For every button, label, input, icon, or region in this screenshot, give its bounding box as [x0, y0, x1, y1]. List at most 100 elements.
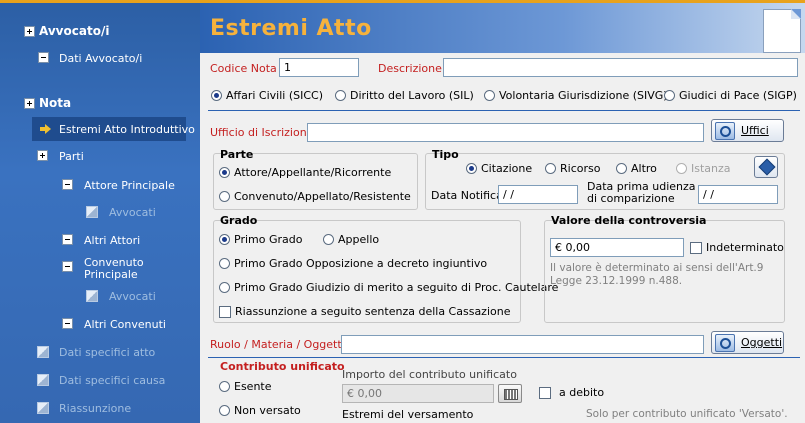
disabled-node-icon: [86, 290, 98, 302]
disabled-node-icon: [86, 206, 98, 218]
tipo-info-button[interactable]: [754, 156, 778, 178]
sidebar-item-label: Attore Principale: [84, 179, 175, 192]
sidebar-item-dati-specifici-atto[interactable]: Dati specifici atto: [37, 346, 155, 359]
radio-opposizione[interactable]: Primo Grado Opposizione a decreto ingiun…: [219, 257, 487, 270]
radio-citazione[interactable]: Citazione: [466, 162, 532, 175]
radio-label: Giudici di Pace (SIGP): [679, 89, 797, 102]
sidebar-item-label: Altri Convenuti: [84, 318, 166, 331]
contributo-title: Contributo unificato: [220, 360, 345, 373]
radio-icon: [219, 381, 230, 392]
radio-sil[interactable]: Diritto del Lavoro (SIL): [335, 89, 474, 102]
radio-icon: [323, 234, 334, 245]
radio-appello[interactable]: Appello: [323, 233, 379, 246]
radio-label: Attore/Appellante/Ricorrente: [234, 166, 392, 179]
radio-label: Non versato: [234, 404, 301, 417]
radio-icon: [484, 90, 495, 101]
expand-icon[interactable]: [24, 26, 35, 37]
checkbox-icon: [539, 386, 551, 399]
oggetti-button[interactable]: Oggetti: [711, 331, 784, 354]
radio-label: Ricorso: [560, 162, 601, 175]
sidebar-item-avvocati-attore[interactable]: Avvocati: [86, 206, 156, 219]
checkbox-icon: [219, 305, 231, 318]
data-udienza-input[interactable]: / /: [698, 185, 778, 204]
sidebar-item-label: Riassunzione: [59, 402, 132, 415]
sidebar: Avvocato/i Dati Avvocato/i Nota Estremi …: [0, 0, 200, 423]
data-udienza-label: Data prima udienza di comparizione: [587, 180, 696, 205]
radio-attore[interactable]: Attore/Appellante/Ricorrente: [219, 166, 391, 179]
sidebar-item-altri-convenuti[interactable]: Altri Convenuti: [62, 318, 166, 331]
checkbox-icon: [690, 241, 702, 254]
sidebar-item-label: Dati specifici atto: [59, 346, 156, 359]
data-notifica-input[interactable]: / /: [498, 185, 578, 204]
radio-convenuto[interactable]: Convenuto/Appellato/Resistente: [219, 190, 411, 203]
importo-input[interactable]: € 0,00: [342, 384, 494, 403]
sidebar-item-avvocati-convenuto[interactable]: Avvocati: [86, 290, 156, 303]
radio-label: Affari Civili (SICC): [226, 89, 324, 102]
radio-icon: [335, 90, 346, 101]
radio-sivg[interactable]: Volontaria Giurisdizione (SIVG): [484, 89, 668, 102]
sidebar-item-label: Dati specifici causa: [59, 374, 166, 387]
expand-icon[interactable]: [24, 98, 35, 109]
sidebar-item-estremi-atto[interactable]: Estremi Atto Introduttivo: [40, 123, 195, 136]
header: Estremi Atto: [200, 0, 805, 53]
sidebar-item-attore-principale[interactable]: Attore Principale: [62, 179, 175, 192]
radio-merito-cautelare[interactable]: Primo Grado Giudizio di merito a seguito…: [219, 281, 558, 294]
radio-istanza[interactable]: Istanza: [676, 162, 731, 175]
sidebar-item-label: Parti: [59, 150, 84, 163]
sidebar-item-parti[interactable]: Parti: [37, 150, 84, 163]
sidebar-item-convenuto-principale[interactable]: Convenuto Principale: [62, 257, 182, 281]
valore-input[interactable]: € 0,00: [550, 238, 684, 257]
calculator-button[interactable]: [498, 384, 522, 403]
node-icon: [62, 261, 73, 272]
button-label: Oggetti: [741, 336, 783, 349]
descrizione-label: Descrizione: [378, 62, 442, 75]
sidebar-item-label: Estremi Atto Introduttivo: [59, 123, 195, 136]
ufficio-input[interactable]: [307, 123, 704, 142]
node-icon: [62, 234, 73, 245]
sidebar-item-avvocati[interactable]: Avvocato/i: [24, 25, 109, 38]
sidebar-item-nota[interactable]: Nota: [24, 97, 71, 110]
radio-icon: [545, 163, 556, 174]
radio-icon: [219, 167, 230, 178]
radio-sicc[interactable]: Affari Civili (SICC): [211, 89, 323, 102]
radio-icon: [219, 191, 230, 202]
sidebar-item-label: Avvocati: [109, 290, 156, 303]
disabled-node-icon: [37, 346, 49, 358]
radio-label: Primo Grado Opposizione a decreto ingiun…: [234, 257, 488, 270]
a-debito-checkbox[interactable]: a debito: [539, 386, 604, 399]
sidebar-item-label: Avvocati: [109, 206, 156, 219]
radio-ricorso[interactable]: Ricorso: [545, 162, 600, 175]
ruolo-label: Ruolo / Materia / Oggetto: [210, 338, 349, 351]
sidebar-item-dati-avvocati[interactable]: Dati Avvocato/i: [38, 52, 142, 65]
codice-nota-input[interactable]: 1: [279, 58, 359, 77]
indeterminato-checkbox[interactable]: Indeterminato: [690, 241, 784, 254]
checkbox-label: Riassunzione a seguito sentenza della Ca…: [235, 305, 511, 318]
sidebar-item-altri-attori[interactable]: Altri Attori: [62, 234, 140, 247]
riassunzione-checkbox[interactable]: Riassunzione a seguito sentenza della Ca…: [219, 305, 510, 318]
radio-icon: [219, 258, 230, 269]
checkbox-label: a debito: [559, 386, 605, 399]
importo-label: Importo del contributo unificato: [342, 368, 517, 381]
valore-title: Valore della controversia: [551, 214, 707, 227]
main-panel: Estremi Atto Codice Nota 1 Descrizione A…: [200, 0, 805, 423]
descrizione-input[interactable]: [443, 58, 798, 77]
sidebar-item-riassunzione[interactable]: Riassunzione: [37, 402, 131, 415]
uffici-button[interactable]: Uffici: [711, 119, 784, 142]
parte-title: Parte: [220, 148, 254, 161]
radio-primo-grado[interactable]: Primo Grado: [219, 233, 302, 246]
radio-sigp[interactable]: Giudici di Pace (SIGP): [664, 89, 797, 102]
ruolo-input[interactable]: [341, 335, 704, 354]
radio-label: Istanza: [691, 162, 731, 175]
sidebar-item-dati-specifici-causa[interactable]: Dati specifici causa: [37, 374, 165, 387]
page-title: Estremi Atto: [210, 16, 372, 41]
radio-icon: [466, 163, 477, 174]
radio-esente[interactable]: Esente: [219, 380, 272, 393]
expand-icon[interactable]: [37, 150, 48, 161]
radio-non-versato[interactable]: Non versato: [219, 404, 301, 417]
radio-altro[interactable]: Altro: [616, 162, 657, 175]
disabled-node-icon: [37, 374, 49, 386]
radio-label: Appello: [338, 233, 380, 246]
radio-label: Diritto del Lavoro (SIL): [350, 89, 474, 102]
radio-label: Primo Grado: [234, 233, 303, 246]
radio-icon: [219, 405, 230, 416]
